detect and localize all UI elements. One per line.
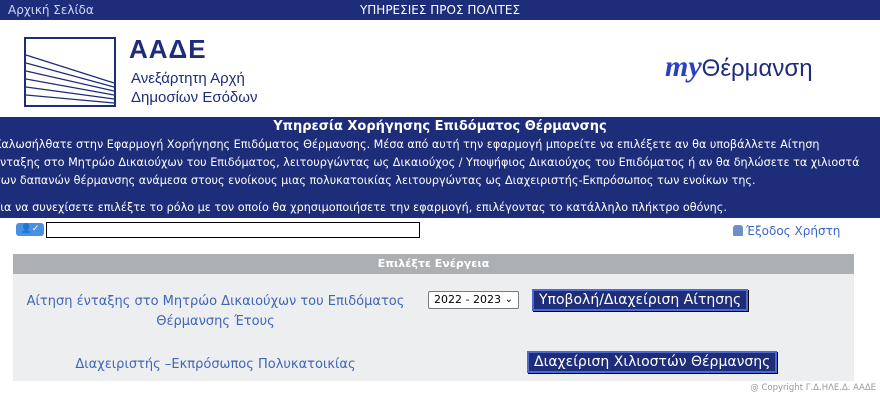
instruction-text: Για να συνεχίσετε επιλέξτε το ρόλο με το… (0, 201, 727, 214)
aade-logo-icon (24, 37, 116, 107)
brand-my: my (665, 50, 702, 83)
org-name-line2: Δημοσίων Εσόδων (131, 89, 258, 106)
site-header: ΑΑΔΕ Ανεξάρτητη Αρχή Δημοσίων Εσόδων myΘ… (0, 20, 880, 117)
logout-label: Έξοδος Χρήστη (746, 224, 841, 238)
org-abbreviation: ΑΑΔΕ (129, 34, 207, 64)
chevron-down-icon: ⌄ (504, 294, 513, 305)
application-label-line1: Αίτηση ένταξης στο Μητρώο Δικαιούχων του… (26, 294, 405, 309)
application-label-line2: Θέρμανσης Έτους (156, 314, 275, 329)
brand-name: Θέρμανση (701, 55, 813, 82)
year-value: 2022 - 2023 (434, 293, 501, 306)
application-label: Αίτηση ένταξης στο Μητρώο Δικαιούχων του… (13, 292, 418, 332)
username-field (46, 222, 420, 238)
user-row: 👤✓ Έξοδος Χρήστη (0, 218, 880, 244)
intro-line: ένταξης στο Μητρώο Δικαιούχων του Επιδόμ… (0, 156, 860, 169)
panel-heading: Επιλέξτε Ενέργεια (13, 254, 854, 274)
submit-application-button[interactable]: Υποβολή/Διαχείριση Αίτησης (532, 289, 749, 311)
user-check-icon: 👤✓ (16, 223, 44, 236)
top-bar: Αρχική Σελίδα ΥΠΗΡΕΣΙΕΣ ΠΡΟΣ ΠΟΛΙΤΕΣ (0, 0, 880, 20)
intro-band: Υπηρεσία Χορήγησης Επιδόματος Θέρμανσης … (0, 117, 880, 218)
org-name-line1: Ανεξάρτητη Αρχή (131, 70, 245, 87)
copyright: @ Copyright Γ.Δ.ΗΛΕ.Δ. ΑΑΔΕ (750, 383, 876, 393)
service-title: Υπηρεσία Χορήγησης Επιδόματος Θέρμανσης (273, 119, 607, 134)
intro-line: των δαπανών θέρμανσης ανάμεσα στους ενοί… (0, 174, 756, 187)
year-select[interactable]: 2022 - 2023 ⌄ (428, 291, 519, 309)
action-panel: Επιλέξτε Ενέργεια Αίτηση ένταξης στο Μητ… (13, 254, 854, 381)
intro-line: Καλωσήλθατε στην Εφαρμογή Χορήγησης Επιδ… (0, 138, 820, 151)
top-bar-title: ΥΠΗΡΕΣΙΕΣ ΠΡΟΣ ΠΟΛΙΤΕΣ (359, 3, 521, 17)
manage-heating-shares-button[interactable]: Διαχείριση Χιλιοστών Θέρμανσης (527, 351, 778, 373)
logout-link[interactable]: Έξοδος Χρήστη (733, 224, 840, 238)
mytherm-logo: myΘέρμανση (665, 50, 813, 84)
lock-icon (733, 225, 743, 236)
intro-text: Καλωσήλθατε στην Εφαρμογή Χορήγησης Επιδ… (0, 136, 880, 190)
building-manager-label: Διαχειριστής –Εκπρόσωπος Πολυκατοικίας (75, 357, 356, 372)
